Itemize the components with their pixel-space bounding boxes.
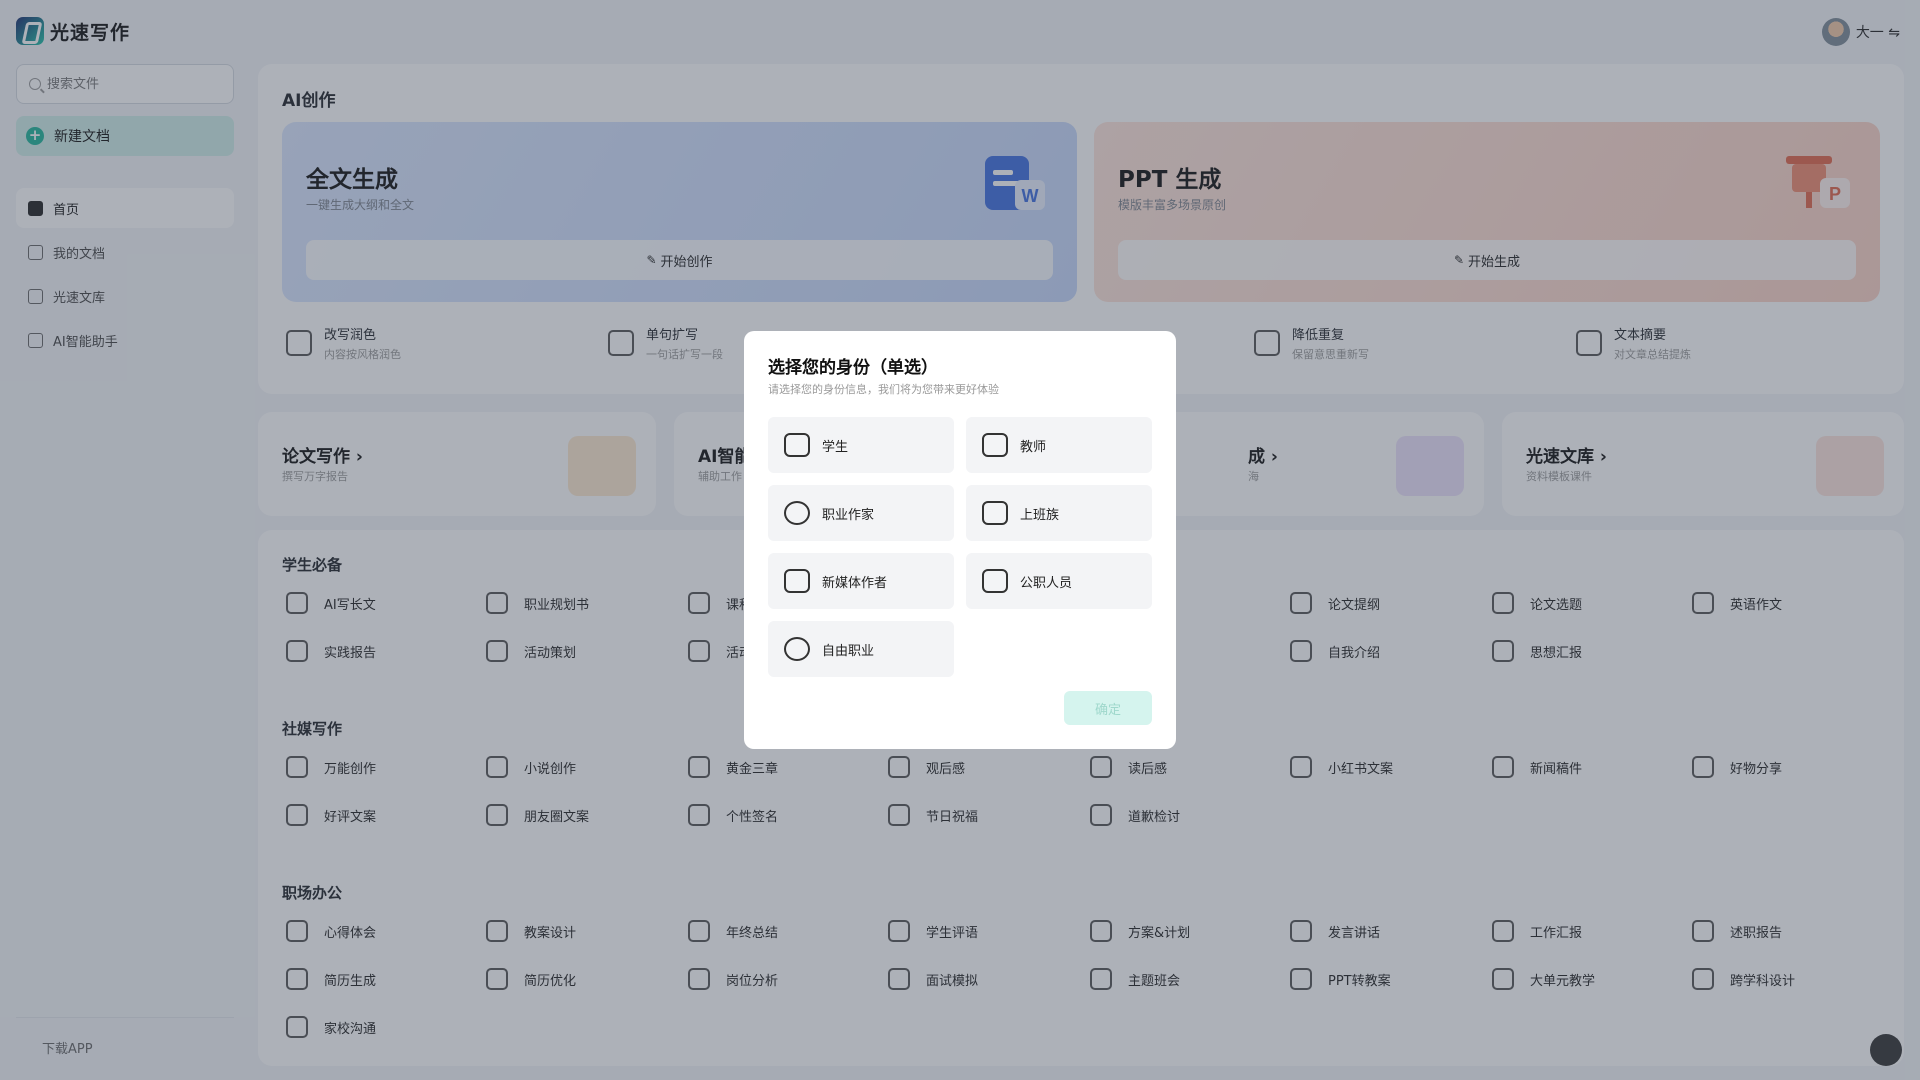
option-label: 教师 <box>1020 439 1047 455</box>
dialog-title: 选择您的身份（单选） <box>768 358 938 378</box>
camera-icon <box>784 569 810 593</box>
briefcase-icon <box>982 569 1008 593</box>
option-label: 新媒体作者 <box>822 575 888 591</box>
globe-icon <box>784 501 810 525</box>
option-label: 公职人员 <box>1020 575 1073 591</box>
option-student[interactable]: 学生 <box>768 417 954 473</box>
option-label: 学生 <box>822 439 849 455</box>
modal-overlay: 选择您的身份（单选） 请选择您的身份信息，我们将为您带来更好体验 学生 教师 职… <box>0 0 1920 1080</box>
option-label: 上班族 <box>1020 507 1060 523</box>
option-civil-servant[interactable]: 公职人员 <box>966 553 1152 609</box>
option-writer[interactable]: 职业作家 <box>768 485 954 541</box>
option-office-worker[interactable]: 上班族 <box>966 485 1152 541</box>
office-worker-icon <box>982 501 1008 525</box>
option-teacher[interactable]: 教师 <box>966 417 1152 473</box>
identity-dialog: 选择您的身份（单选） 请选择您的身份信息，我们将为您带来更好体验 学生 教师 职… <box>744 331 1176 749</box>
teacher-icon <box>982 433 1008 457</box>
option-label: 职业作家 <box>822 507 875 523</box>
confirm-button[interactable]: 确定 <box>1064 691 1152 725</box>
option-freelancer[interactable]: 自由职业 <box>768 621 954 677</box>
graduation-cap-icon <box>784 433 810 457</box>
option-label: 自由职业 <box>822 643 875 659</box>
person-icon <box>784 637 810 661</box>
option-media-author[interactable]: 新媒体作者 <box>768 553 954 609</box>
dialog-subtitle: 请选择您的身份信息，我们将为您带来更好体验 <box>768 383 999 396</box>
